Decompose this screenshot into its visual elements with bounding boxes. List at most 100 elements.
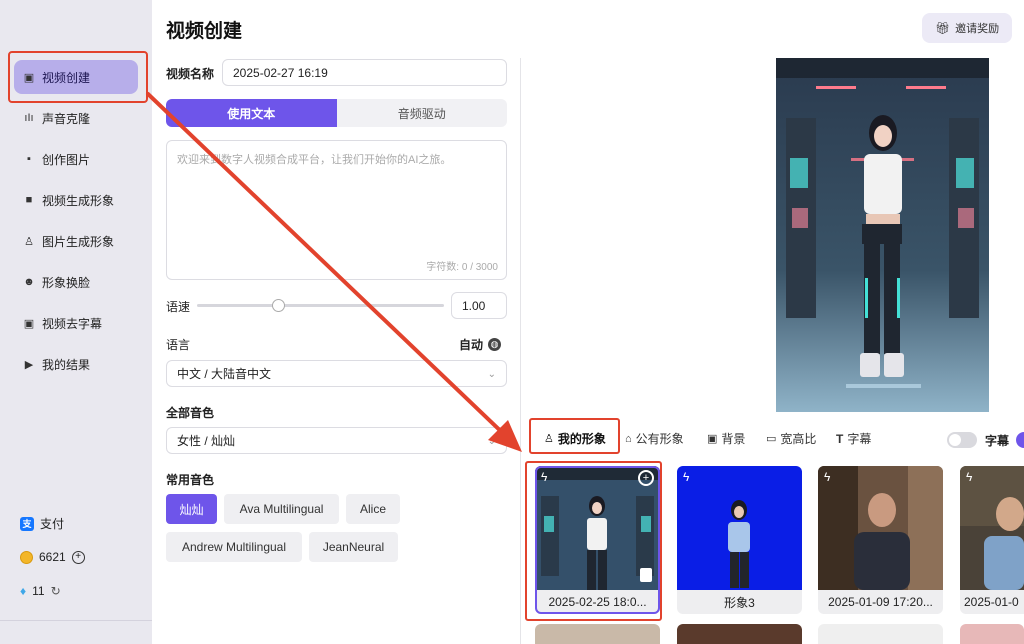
avatar-card-partial[interactable]	[818, 624, 943, 644]
input-mode-tabs: 使用文本 音频驱动	[166, 99, 507, 127]
image-icon: ▪	[27, 153, 31, 165]
tab-background-label: 背景	[721, 432, 746, 446]
invite-label: 邀请奖励	[955, 23, 1000, 35]
tab-audio-driven[interactable]: 音频驱动	[337, 99, 508, 127]
sidebar-item-label: 声音克隆	[42, 111, 91, 126]
avatar-card-partial[interactable]	[960, 624, 1024, 644]
voice-value: 女性 / 灿灿	[177, 434, 236, 448]
pay-link[interactable]: 支 支付	[20, 515, 64, 532]
lightning-icon: ϟ	[966, 470, 973, 484]
voice-select[interactable]: 女性 / 灿灿 ⌄	[166, 427, 507, 454]
common-voices-label: 常用音色	[166, 473, 215, 487]
sound-wave-icon: ıIı	[24, 112, 34, 124]
avatar-card-caption: 2025-01-09 17:20...	[818, 590, 943, 614]
subtitle-remove-icon: ▣	[23, 317, 35, 330]
chevron-down-icon: ⌄	[487, 436, 496, 447]
lightning-icon: ϟ	[824, 470, 831, 484]
speed-slider-thumb[interactable]	[272, 299, 285, 312]
tab-aspect-ratio[interactable]: ▭ 宽高比	[766, 430, 816, 447]
voice-chip-alice[interactable]: Alice	[346, 494, 400, 524]
sidebar-item-label: 创作图片	[42, 152, 91, 167]
text-icon: T	[836, 431, 844, 446]
subtitle-toggle-label: 字幕	[985, 434, 1010, 448]
tab-background[interactable]: ▣ 背景	[707, 430, 745, 447]
video-name-value: 2025-02-27 16:19	[233, 65, 328, 80]
speed-input[interactable]: 1.00	[451, 292, 507, 319]
voice-chip-jean[interactable]: JeanNeural	[309, 532, 398, 562]
sidebar-item-create-image[interactable]: ▪ 创作图片	[14, 142, 138, 176]
script-placeholder: 欢迎来到数字人视频合成平台，让我们开始你的AI之旅。	[177, 154, 452, 166]
subtitle-toggle[interactable]	[947, 432, 977, 448]
sidebar-divider	[0, 620, 152, 621]
sidebar-item-label: 视频去字幕	[42, 316, 103, 331]
lightning-icon: ϟ	[683, 470, 690, 484]
coin-count: 6621	[39, 550, 66, 564]
aspect-ratio-icon: ▭	[766, 433, 777, 445]
speed-label: 语速	[166, 300, 191, 314]
refresh-icon[interactable]: ↻	[51, 584, 61, 598]
avatar-thumbnail	[960, 466, 1024, 590]
video-name-input[interactable]: 2025-02-27 16:19	[222, 59, 507, 86]
voice-chip-andrew[interactable]: Andrew Multilingual	[166, 532, 302, 562]
public-icon: ⌂	[625, 432, 632, 445]
speed-value: 1.00	[462, 298, 486, 313]
tab-use-text[interactable]: 使用文本	[166, 99, 337, 127]
background-icon: ▣	[707, 433, 718, 445]
avatar-card[interactable]: ϟ 2025-01-0	[960, 466, 1024, 614]
language-label: 语言	[166, 338, 191, 352]
panel-divider	[520, 58, 521, 644]
sidebar-item-label: 我的结果	[42, 357, 91, 372]
avatar-preview	[776, 58, 989, 412]
gift-icon: 🎁︎	[934, 21, 951, 35]
annotation-box-tabs	[529, 418, 620, 454]
sidebar-item-remove-subtitle[interactable]: ▣ 视频去字幕	[14, 306, 138, 340]
sidebar-item-label: 视频生成形象	[42, 193, 115, 208]
tab-subtitles-label: 字幕	[847, 432, 872, 446]
sidebar-item-my-results[interactable]: ▶ 我的结果	[14, 347, 138, 381]
avatar-card-partial[interactable]	[677, 624, 802, 644]
coin-icon	[20, 550, 33, 564]
avatar-thumbnail	[677, 466, 802, 590]
avatar-card-caption: 2025-01-0	[960, 590, 1024, 614]
annotation-box-sidebar	[8, 51, 148, 103]
chevron-down-icon: ⌄	[487, 369, 496, 380]
voice-chip-cancan[interactable]: 灿灿	[166, 494, 217, 524]
sidebar-item-voice-clone[interactable]: ıIı 声音克隆	[14, 101, 138, 135]
sidebar-item-label: 形象换脸	[42, 275, 91, 290]
video-name-label: 视频名称	[166, 67, 215, 81]
sidebar-item-label: 图片生成形象	[42, 234, 115, 249]
alipay-icon: 支	[20, 516, 34, 531]
annotation-box-card	[525, 461, 662, 621]
secondary-toggle[interactable]	[1016, 432, 1024, 448]
avatar-card-partial[interactable]	[535, 624, 660, 644]
add-coins-icon[interactable]: +	[71, 550, 85, 564]
script-textarea[interactable]: 欢迎来到数字人视频合成平台，让我们开始你的AI之旅。 字符数: 0 / 3000	[166, 140, 507, 280]
avatar-thumbnail	[818, 466, 943, 590]
results-icon: ▶	[24, 358, 34, 371]
char-count: 字符数: 0 / 3000	[426, 262, 498, 273]
speed-slider-track[interactable]	[197, 304, 444, 307]
tab-aspect-ratio-label: 宽高比	[780, 432, 817, 446]
tab-public-avatars[interactable]: ⌂ 公有形象	[625, 430, 684, 447]
globe-icon: ◍	[488, 338, 502, 351]
tab-subtitles[interactable]: T 字幕	[836, 430, 871, 447]
avatar-card-caption: 形象3	[677, 590, 802, 614]
language-select[interactable]: 中文 / 大陆音中文 ⌄	[166, 360, 507, 387]
avatar-card[interactable]: ϟ 2025-01-09 17:20...	[818, 466, 943, 614]
page-title: 视频创建	[166, 21, 243, 42]
auto-language-toggle[interactable]: 自动 ◍	[459, 336, 502, 353]
preview-image	[776, 58, 989, 412]
diamond-balance: ♦ 11 ↻	[20, 584, 61, 598]
sidebar-item-face-swap[interactable]: ☻ 形象换脸	[14, 265, 138, 299]
sidebar-item-image-avatar[interactable]: ♙ 图片生成形象	[14, 224, 138, 258]
diamond-icon: ♦	[20, 584, 27, 598]
avatar-card[interactable]: ϟ 形象3	[677, 466, 802, 614]
auto-label: 自动	[459, 338, 484, 352]
tab-public-avatars-label: 公有形象	[635, 432, 684, 446]
coin-balance: 6621 +	[20, 550, 85, 564]
face-swap-icon: ☻	[23, 276, 35, 288]
invite-reward-button[interactable]: 🎁︎ 邀请奖励	[922, 13, 1012, 43]
voice-chip-ava[interactable]: Ava Multilingual	[224, 494, 339, 524]
sidebar-item-video-avatar[interactable]: ■ 视频生成形象	[14, 183, 138, 217]
all-voices-label: 全部音色	[166, 406, 215, 420]
